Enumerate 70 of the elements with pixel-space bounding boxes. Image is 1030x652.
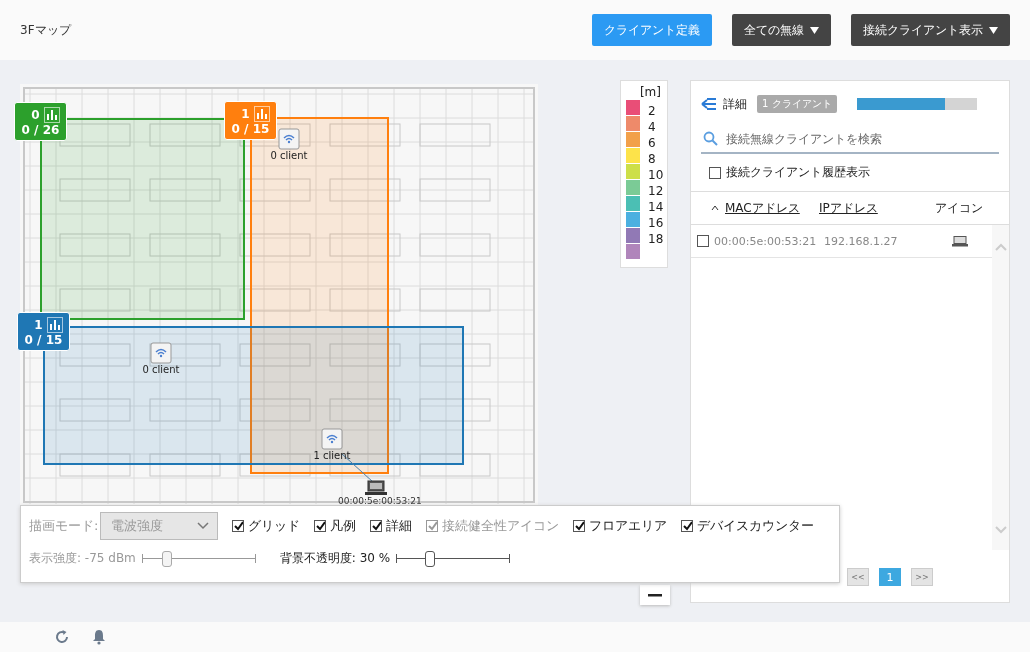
legend-label: 14: [648, 200, 664, 214]
capacity-value: 0 / 26: [21, 122, 60, 137]
chevron-down-icon: [197, 522, 210, 530]
bar-chart-icon: [253, 105, 270, 122]
legend-label: 18: [648, 232, 664, 246]
refresh-icon[interactable]: [54, 629, 70, 645]
option-checkbox[interactable]: [370, 520, 383, 532]
search-icon: [703, 131, 718, 146]
slider-label: 背景不透明度: 30 %: [279, 550, 391, 567]
legend-label: 10: [648, 168, 664, 182]
legend-label: 2: [648, 104, 656, 118]
laptop-icon: [952, 235, 968, 247]
column-header[interactable]: IPアドレス: [819, 199, 878, 217]
previous-page-button[interactable]: <<: [847, 568, 869, 586]
client-count-label: 0 client: [142, 364, 180, 375]
legend-label: 6: [648, 136, 656, 150]
slider-thumb[interactable]: [425, 550, 436, 567]
floor-area[interactable]: [43, 326, 464, 465]
legend-unit: [m]: [639, 85, 661, 99]
counter-value: 0: [31, 107, 40, 122]
history-checkbox[interactable]: [709, 166, 721, 179]
client-count-label: 0 client: [270, 150, 308, 161]
wifi-access-point-icon[interactable]: [321, 428, 343, 450]
row-checkbox[interactable]: [697, 235, 709, 247]
minus-icon: [648, 593, 662, 597]
legend-label: 4: [648, 120, 656, 134]
laptop-icon[interactable]: [365, 480, 387, 496]
bar-chart-icon: [43, 106, 60, 123]
dropdown-triangle-icon: [989, 26, 998, 34]
option-label: デバイスカウンター: [697, 517, 815, 535]
floor-area[interactable]: [250, 117, 389, 474]
ip-cell-text: 192.168.1.27: [824, 234, 899, 248]
option-label: 接続健全性アイコン: [442, 517, 560, 535]
mode-label: 描画モード:: [29, 517, 99, 535]
option-checkbox[interactable]: [232, 520, 245, 532]
next-page-button[interactable]: >>: [911, 568, 933, 586]
option-label: グリッド: [248, 517, 301, 535]
option-label: フロアエリア: [589, 517, 668, 535]
option-label: 詳細: [386, 517, 413, 535]
client-count-badge: 1 クライアント: [757, 95, 837, 113]
counter-value: 1: [34, 317, 43, 332]
collapse-arrow-icon[interactable]: [701, 98, 717, 110]
client-count-label: 1 client: [313, 450, 351, 461]
slider-label: 表示強度: -75 dBm: [29, 550, 136, 567]
option-checkbox[interactable]: [314, 520, 327, 532]
bar-chart-icon: [46, 316, 63, 333]
counter-value: 1: [241, 106, 250, 121]
legend-label: 8: [648, 152, 656, 166]
dropdown-button[interactable]: 全ての無線: [732, 14, 831, 46]
page-title: 3Fマップ: [20, 21, 71, 39]
client-mac-label: 00:00:5e:00:53:21: [338, 496, 422, 506]
history-label: 接続クライアント履歴表示: [726, 164, 870, 181]
wifi-access-point-icon[interactable]: [278, 128, 300, 150]
legend-label: 16: [648, 216, 664, 230]
wifi-access-point-icon[interactable]: [150, 342, 172, 364]
option-label: 凡例: [330, 517, 357, 535]
dropdown-button[interactable]: 接続クライアント表示: [851, 14, 1010, 46]
floor-area[interactable]: [40, 118, 245, 320]
column-header[interactable]: アイコン: [935, 199, 983, 217]
zoom-out-button[interactable]: [640, 585, 670, 605]
capacity-value: 0 / 15: [24, 332, 63, 347]
legend-label: 12: [648, 184, 664, 198]
notification-bell-icon[interactable]: [92, 629, 106, 645]
mac-cell-text: 00:00:5e:00:53:21: [714, 234, 818, 248]
option-checkbox[interactable]: [681, 520, 694, 532]
details-title: 詳細: [723, 95, 747, 113]
option-checkbox[interactable]: [573, 520, 586, 532]
capacity-value: 0 / 15: [231, 121, 270, 136]
dropdown-triangle-icon: [810, 26, 819, 34]
column-header[interactable]: MACアドレス: [725, 199, 800, 217]
